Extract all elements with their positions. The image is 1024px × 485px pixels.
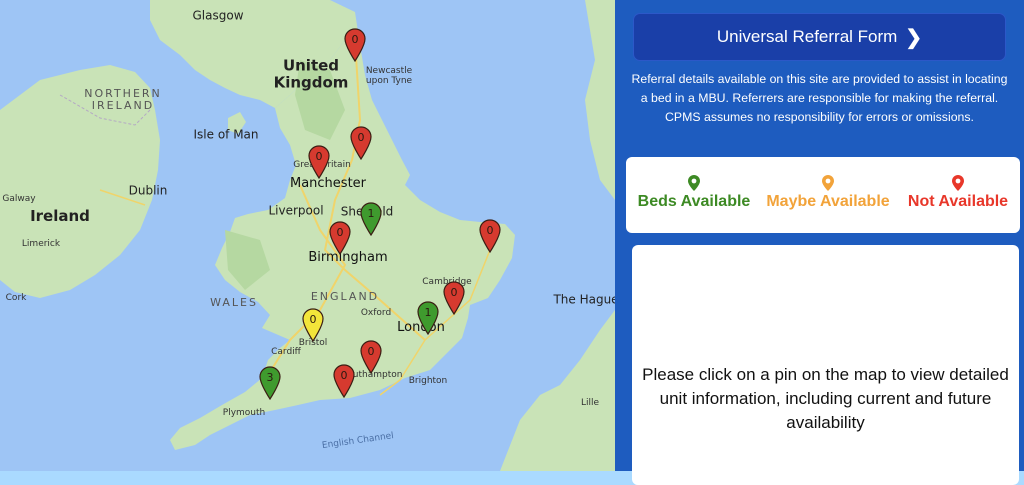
form-button-label: Universal Referral Form (716, 27, 898, 46)
availability-legend: Beds Available Maybe Available Not Avail… (626, 157, 1020, 233)
pin-count: 0 (486, 224, 494, 237)
legend-label: Maybe Available (766, 193, 890, 210)
map-view[interactable]: Glasgow United Kingdom Newcastle upon Tyne… (0, 0, 615, 471)
pin-count: 1 (424, 306, 432, 319)
location-pin-icon (822, 175, 834, 191)
place-label-cork: Cork (5, 293, 27, 304)
legend-maybe-available: Maybe Available (758, 175, 898, 211)
map-pin-exeter[interactable]: 3 (259, 366, 281, 400)
place-label-oxford: Oxford (360, 308, 392, 319)
pin-count: 0 (336, 226, 344, 239)
place-label-glasgow: Glasgow (192, 8, 244, 23)
pin-count: 0 (315, 150, 323, 163)
pin-count: 0 (309, 313, 317, 326)
map-pin-bristol[interactable]: 0 (302, 308, 324, 342)
unit-info-panel: Please click on a pin on the map to view… (632, 245, 1019, 485)
location-pin-icon (688, 175, 700, 191)
map-pin-sheffield[interactable]: 1 (360, 202, 382, 236)
pin-count: 0 (450, 286, 458, 299)
map-pin-manchester[interactable]: 0 (308, 145, 330, 179)
place-label-ni: NORTHERN IRELAND (84, 86, 162, 112)
place-label-england: ENGLAND (310, 289, 380, 303)
place-label-newcastle: Newcastle upon Tyne (365, 66, 413, 86)
place-label-plymouth: Plymouth (222, 408, 266, 419)
pin-count: 0 (351, 33, 359, 46)
map-pin-chelmsford[interactable]: 0 (443, 281, 465, 315)
pin-count: 3 (266, 371, 274, 384)
place-label-wales: WALES (210, 295, 258, 309)
place-label-uk: United Kingdom (273, 56, 349, 91)
map-pin-london[interactable]: 1 (417, 301, 439, 335)
place-label-brighton: Brighton (408, 376, 448, 387)
pin-count: 0 (367, 345, 375, 358)
place-label-limerick: Limerick (21, 239, 61, 250)
place-label-cardiff: Cardiff (271, 347, 301, 358)
map-pin-southampton[interactable]: 0 (333, 364, 355, 398)
info-instructions: Please click on a pin on the map to view… (642, 365, 1009, 432)
map-pin-norwich[interactable]: 0 (479, 219, 501, 253)
map-pin-winchester[interactable]: 0 (360, 340, 382, 374)
chevron-right-icon: ❯ (905, 26, 923, 49)
legend-label: Beds Available (637, 193, 751, 210)
map-pin-birmingham[interactable]: 0 (329, 221, 351, 255)
place-label-galway: Galway (2, 194, 36, 205)
place-label-lille: Lille (580, 398, 600, 409)
map-pin-leeds[interactable]: 0 (350, 126, 372, 160)
pin-count: 0 (340, 369, 348, 382)
place-label-hague: The Hague (553, 292, 615, 307)
legend-label: Not Available (907, 193, 1009, 210)
place-label-dublin: Dublin (128, 183, 168, 198)
map-pin-newcastle[interactable]: 0 (344, 28, 366, 62)
universal-referral-form-button[interactable]: Universal Referral Form ❯ (633, 13, 1006, 61)
place-label-iom: Isle of Man (193, 127, 259, 142)
side-panel: Universal Referral Form ❯ Referral detai… (615, 0, 1024, 485)
pin-count: 1 (367, 207, 375, 220)
legend-not-available: Not Available (898, 175, 1018, 211)
place-label-ireland: Ireland (30, 206, 90, 225)
location-pin-icon (952, 175, 964, 191)
pin-count: 0 (357, 131, 365, 144)
legend-beds-available: Beds Available (630, 175, 758, 211)
disclaimer-text: Referral details available on this site … (631, 72, 1008, 124)
place-label-liverpool: Liverpool (268, 203, 324, 218)
